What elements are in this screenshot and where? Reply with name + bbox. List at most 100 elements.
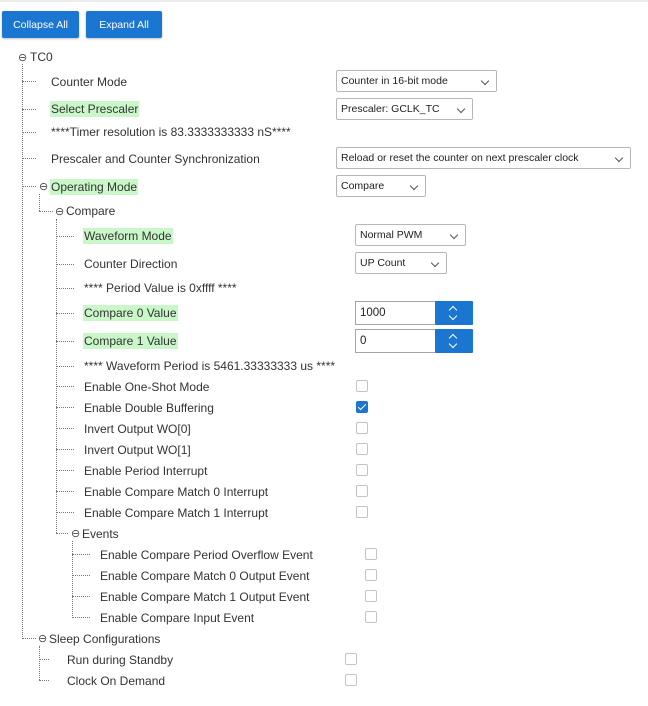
chevron-down-icon [430, 258, 440, 268]
operating-mode-value: Compare [341, 180, 385, 192]
tree-root-label: TC0 [30, 50, 53, 64]
tree-branch [39, 680, 49, 681]
chevron-down-icon [480, 76, 490, 86]
tree-guide-root [22, 64, 23, 639]
chevron-down-icon [409, 181, 419, 191]
select-prescaler-select[interactable]: Prescaler: GCLK_TC [336, 98, 473, 120]
compare-group-label: Compare [66, 204, 116, 218]
compare1-stepper[interactable] [435, 329, 473, 353]
tree-branch [22, 638, 36, 639]
tree-branch [56, 264, 74, 265]
compare-input-event-checkbox[interactable] [365, 611, 377, 623]
one-shot-checkbox[interactable] [356, 380, 368, 392]
select-prescaler-label: Select Prescaler [50, 101, 140, 117]
counter-direction-select[interactable]: UP Count [355, 252, 447, 274]
chevron-down-icon [614, 153, 624, 163]
invert-wo1-checkbox[interactable] [356, 443, 368, 455]
tree-branch [56, 491, 74, 492]
tree-branch [56, 313, 74, 314]
prescaler-sync-select[interactable]: Reload or reset the counter on next pres… [336, 147, 631, 169]
stepper-down-icon[interactable] [448, 311, 458, 321]
tree-branch [56, 407, 74, 408]
sleep-option-label: Run during Standby [67, 653, 174, 667]
tree-branch [56, 341, 74, 342]
compare0-stepper[interactable] [435, 301, 473, 325]
compare1-input[interactable]: 0 [355, 329, 436, 353]
collapse-toggle-icon[interactable]: ⊖ [55, 206, 64, 218]
event-option-label: Enable Compare Match 0 Output Event [100, 569, 310, 583]
tree-branch [56, 386, 74, 387]
compare0-input[interactable]: 1000 [355, 301, 436, 325]
double-buffering-checkbox[interactable] [356, 401, 368, 413]
collapse-all-button[interactable]: Collapse All [2, 11, 79, 38]
collapse-toggle-icon[interactable]: ⊖ [71, 528, 80, 540]
waveform-mode-label: Waveform Mode [83, 228, 173, 244]
tree-branch [56, 236, 74, 237]
option-label: Invert Output WO[1] [84, 443, 191, 457]
tree-guide-events [72, 541, 73, 618]
tree-branch [22, 109, 36, 110]
tree-branch [39, 211, 53, 212]
event-option-label: Enable Compare Match 1 Output Event [100, 590, 310, 604]
event-option-label: Enable Compare Period Overflow Event [100, 548, 313, 562]
invert-wo0-checkbox[interactable] [356, 422, 368, 434]
tree-branch [56, 533, 68, 534]
tree-branch [22, 132, 36, 133]
tree-guide-compare [56, 219, 57, 533]
tree-branch [72, 596, 90, 597]
option-label: Invert Output WO[0] [84, 422, 191, 436]
counter-mode-value: Counter in 16-bit mode [341, 75, 448, 87]
option-label: Enable Double Buffering [84, 401, 214, 415]
select-prescaler-value: Prescaler: GCLK_TC [341, 103, 440, 115]
compare0-label: Compare 0 Value [83, 305, 178, 321]
compare1-label: Compare 1 Value [83, 333, 178, 349]
tree-branch [56, 428, 74, 429]
collapse-toggle-icon[interactable]: ⊖ [38, 633, 47, 645]
sleep-option-label: Clock On Demand [67, 674, 166, 688]
tree-branch [56, 366, 74, 367]
tree-branch [72, 617, 90, 618]
event-option-label: Enable Compare Input Event [100, 611, 255, 625]
option-label: Enable Period Interrupt [84, 464, 208, 478]
tree-branch [72, 554, 90, 555]
option-label: Enable Compare Match 0 Interrupt [84, 485, 269, 499]
period-interrupt-checkbox[interactable] [356, 464, 368, 476]
prescaler-sync-label: Prescaler and Counter Synchronization [51, 152, 260, 166]
tree-branch [22, 186, 36, 187]
sleep-group-label: Sleep Configurations [49, 632, 161, 646]
operating-mode-select[interactable]: Compare [336, 175, 426, 197]
top-divider [0, 0, 648, 2]
stepper-down-icon[interactable] [448, 339, 458, 349]
run-standby-checkbox[interactable] [345, 653, 357, 665]
counter-direction-label: Counter Direction [84, 257, 178, 271]
counter-mode-select[interactable]: Counter in 16-bit mode [336, 70, 497, 92]
expand-all-button[interactable]: Expand All [86, 11, 162, 38]
tree-guide-opmode [39, 194, 40, 211]
waveform-period-text: **** Waveform Period is 5461.33333333 us… [84, 359, 336, 373]
tree-guide-sleep [39, 646, 40, 680]
tree-branch [22, 81, 36, 82]
option-label: Enable One-Shot Mode [84, 380, 210, 394]
match0-output-event-checkbox[interactable] [365, 569, 377, 581]
tree-branch [56, 449, 74, 450]
period-value-text: **** Period Value is 0xffff **** [84, 281, 237, 295]
tree-branch [39, 659, 49, 660]
tree-branch [56, 512, 74, 513]
operating-mode-label: Operating Mode [50, 179, 139, 195]
clock-on-demand-checkbox[interactable] [345, 674, 357, 686]
waveform-mode-value: Normal PWM [360, 229, 423, 241]
tree-branch [72, 575, 90, 576]
match1-output-event-checkbox[interactable] [365, 590, 377, 602]
collapse-toggle-icon[interactable]: ⊖ [39, 181, 48, 193]
tree-branch [22, 158, 36, 159]
option-label: Enable Compare Match 1 Interrupt [84, 506, 269, 520]
tree-branch [56, 470, 74, 471]
period-overflow-event-checkbox[interactable] [365, 548, 377, 560]
match1-interrupt-checkbox[interactable] [356, 506, 368, 518]
events-group-label: Events [82, 527, 119, 541]
tree-branch [56, 288, 74, 289]
collapse-toggle-icon[interactable]: ⊖ [18, 52, 27, 64]
prescaler-sync-value: Reload or reset the counter on next pres… [341, 152, 579, 164]
match0-interrupt-checkbox[interactable] [356, 485, 368, 497]
waveform-mode-select[interactable]: Normal PWM [355, 224, 466, 246]
